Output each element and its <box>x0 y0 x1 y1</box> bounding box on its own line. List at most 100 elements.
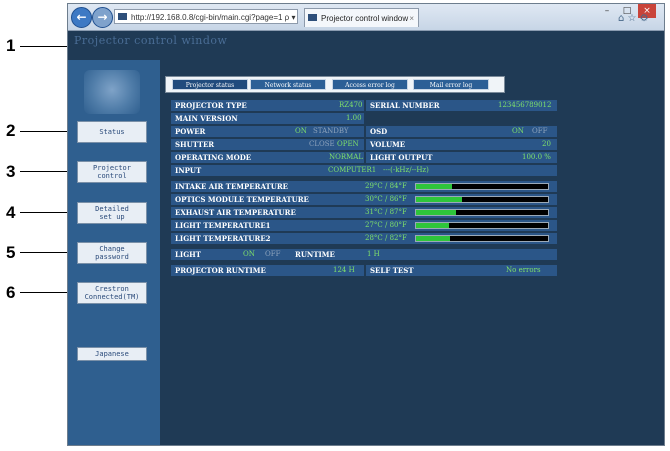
light-output-value: 100.0 % <box>522 153 551 161</box>
status-tab-bar: Projector status Network status Access e… <box>165 76 505 93</box>
light-output-label: LIGHT OUTPUT <box>370 153 433 162</box>
temperature-label: OPTICS MODULE TEMPERATURE <box>175 195 309 204</box>
tab-favicon-icon <box>308 14 317 21</box>
main-version-label: MAIN VERSION <box>175 114 238 123</box>
row-light: LIGHT ON OFF RUNTIME 1 H <box>171 249 557 260</box>
temperature-bar <box>415 196 549 203</box>
temperature-bar <box>415 183 549 190</box>
change-password-button[interactable]: Change password <box>77 242 147 264</box>
shutter-close: CLOSE <box>309 140 335 148</box>
row-temperature: OPTICS MODULE TEMPERATURE 30°C / 86°F <box>171 194 557 205</box>
address-bar[interactable]: http://192.168.0.8/cgi-bin/main.cgi?page… <box>114 9 298 24</box>
power-on: ON <box>295 127 307 135</box>
temperature-label: EXHAUST AIR TEMPERATURE <box>175 208 296 217</box>
row-volume: VOLUME 20 <box>366 139 557 150</box>
input-label: INPUT <box>175 166 202 175</box>
callout-6: 6 <box>6 283 16 302</box>
volume-label: VOLUME <box>370 140 406 149</box>
temperature-bar-fill <box>416 223 449 228</box>
row-temperature: INTAKE AIR TEMPERATURE 29°C / 84°F <box>171 181 557 192</box>
crestron-connected-button[interactable]: Crestron Connected(TM) <box>77 282 147 304</box>
back-arrow-icon[interactable]: ← <box>71 7 92 28</box>
temperature-bar-fill <box>416 184 452 189</box>
row-main-version: MAIN VERSION 1.00 <box>171 113 364 124</box>
callout-5: 5 <box>6 243 16 262</box>
row-light-output: LIGHT OUTPUT 100.0 % <box>366 152 557 163</box>
serial-number-value: 123456789012 <box>498 101 552 109</box>
tab-network-status[interactable]: Network status <box>250 79 326 90</box>
light-on: ON <box>243 250 255 258</box>
temperature-bar-fill <box>416 236 451 241</box>
row-projector-type: PROJECTOR TYPE RZ470 <box>171 100 364 111</box>
power-label: POWER <box>175 127 206 136</box>
self-test-label: SELF TEST <box>370 266 414 275</box>
row-operating-mode: OPERATING MODE NORMAL <box>171 152 364 163</box>
browser-chrome: ← → http://192.168.0.8/cgi-bin/main.cgi?… <box>68 4 664 31</box>
volume-value: 20 <box>542 140 551 148</box>
temperature-label: INTAKE AIR TEMPERATURE <box>175 182 288 191</box>
temperature-bar <box>415 235 549 242</box>
japanese-button[interactable]: Japanese <box>77 347 147 361</box>
row-projector-runtime: PROJECTOR RUNTIME 124 H <box>171 265 364 276</box>
runtime-value: 1 H <box>367 250 380 258</box>
app-title: Projector control window <box>74 34 228 47</box>
row-power: POWER ON STANDBY <box>171 126 364 137</box>
tab-close-icon[interactable]: × <box>409 9 414 27</box>
projector-runtime-label: PROJECTOR RUNTIME <box>175 266 266 275</box>
light-label: LIGHT <box>175 250 201 259</box>
projector-type-value: RZ470 <box>339 101 363 109</box>
light-off: OFF <box>265 250 281 258</box>
panasonic-logo <box>84 70 140 114</box>
temperature-bar-fill <box>416 210 456 215</box>
projector-type-label: PROJECTOR TYPE <box>175 101 247 110</box>
shutter-open: OPEN <box>337 140 359 148</box>
row-temperature: LIGHT TEMPERATURE1 27°C / 80°F <box>171 220 557 231</box>
callout-4: 4 <box>6 203 16 222</box>
temperature-bar-fill <box>416 197 463 202</box>
temperature-value: 28°C / 82°F <box>365 234 407 242</box>
detailed-setup-button[interactable]: Detailed set up <box>77 202 147 224</box>
self-test-value: No errors <box>506 266 541 274</box>
main-content: Projector status Network status Access e… <box>160 60 664 445</box>
browser-tab[interactable]: Projector control window × <box>304 8 419 27</box>
power-standby: STANDBY <box>313 127 349 135</box>
osd-on: ON <box>512 127 524 135</box>
operating-mode-value: NORMAL <box>329 153 364 161</box>
projector-runtime-value: 124 H <box>333 266 355 274</box>
site-icon <box>118 13 127 20</box>
temperature-value: 31°C / 87°F <box>365 208 407 216</box>
callout-3: 3 <box>6 162 16 181</box>
row-temperature: LIGHT TEMPERATURE2 28°C / 82°F <box>171 233 557 244</box>
browser-toolbar-icons[interactable]: ⌂ ☆ ⚙ <box>618 13 649 24</box>
runtime-label: RUNTIME <box>295 250 335 259</box>
row-self-test: SELF TEST No errors <box>366 265 557 276</box>
tab-title: Projector control window <box>321 14 409 23</box>
input-signal: ---(-kHz/--Hz) <box>383 166 429 174</box>
row-osd: OSD ON OFF <box>366 126 557 137</box>
forward-arrow-icon[interactable]: → <box>92 7 113 28</box>
status-button[interactable]: Status <box>77 121 147 143</box>
sidebar: Status Projector control Detailed set up… <box>68 60 160 445</box>
osd-label: OSD <box>370 127 388 136</box>
row-input: INPUT COMPUTER1 ---(-kHz/--Hz) <box>171 165 557 176</box>
temperature-bar <box>415 222 549 229</box>
row-temperature: EXHAUST AIR TEMPERATURE 31°C / 87°F <box>171 207 557 218</box>
temperature-value: 27°C / 80°F <box>365 221 407 229</box>
minimize-button[interactable]: – <box>598 4 616 18</box>
row-serial-number: SERIAL NUMBER 123456789012 <box>366 100 557 111</box>
temperature-label: LIGHT TEMPERATURE1 <box>175 221 271 230</box>
serial-number-label: SERIAL NUMBER <box>370 101 440 110</box>
temperature-value: 30°C / 86°F <box>365 195 407 203</box>
address-text: http://192.168.0.8/cgi-bin/main.cgi?page… <box>131 13 298 22</box>
temperature-value: 29°C / 84°F <box>365 182 407 190</box>
tab-mail-error-log[interactable]: Mail error log <box>413 79 489 90</box>
operating-mode-label: OPERATING MODE <box>175 153 252 162</box>
shutter-label: SHUTTER <box>175 140 215 149</box>
callout-2: 2 <box>6 121 16 140</box>
tab-projector-status[interactable]: Projector status <box>172 79 248 90</box>
temperature-bar <box>415 209 549 216</box>
tab-access-error-log[interactable]: Access error log <box>332 79 408 90</box>
projector-control-button[interactable]: Projector control <box>77 161 147 183</box>
input-value: COMPUTER1 <box>328 166 377 174</box>
browser-window: ← → http://192.168.0.8/cgi-bin/main.cgi?… <box>67 3 665 446</box>
